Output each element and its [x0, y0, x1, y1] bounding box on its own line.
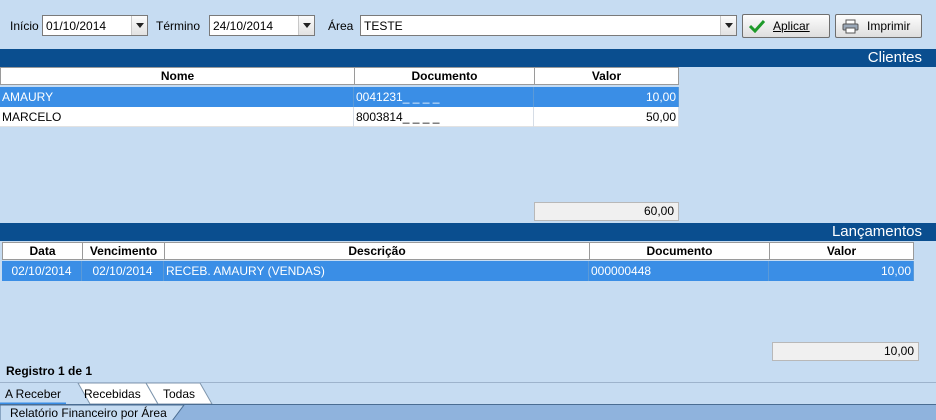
cell-vencimento: 02/10/2014 — [82, 261, 164, 281]
cell-descricao: RECEB. AMAURY (VENDAS) — [164, 261, 589, 281]
cell-documento: 000000448 — [589, 261, 769, 281]
column-header-descricao[interactable]: Descrição — [164, 242, 589, 260]
lancamentos-table-header: Data Vencimento Descrição Documento Valo… — [2, 242, 914, 260]
cell-nome: MARCELO — [0, 107, 354, 127]
column-header-documento[interactable]: Documento — [354, 67, 534, 85]
inicio-label: Início — [10, 19, 39, 33]
chevron-down-icon[interactable] — [298, 16, 314, 35]
lancamentos-total: 10,00 — [772, 342, 919, 361]
imprimir-button[interactable]: Imprimir — [835, 14, 922, 38]
clientes-section-header: Clientes — [0, 49, 936, 67]
cell-valor: 10,00 — [534, 87, 679, 107]
chevron-down-icon[interactable] — [131, 16, 147, 35]
cell-nome: AMAURY — [0, 87, 354, 107]
clientes-total: 60,00 — [534, 202, 679, 221]
table-row[interactable]: 02/10/2014 02/10/2014 RECEB. AMAURY (VEN… — [2, 261, 914, 281]
tab-recebidas[interactable]: Recebidas — [79, 384, 141, 404]
lancamentos-section-header: Lançamentos — [0, 223, 936, 241]
tab-strip: A Receber Recebidas Todas — [0, 382, 936, 405]
check-icon — [749, 19, 765, 33]
column-header-vencimento[interactable]: Vencimento — [82, 242, 164, 260]
clientes-title: Clientes — [867, 49, 922, 66]
inicio-date-picker[interactable]: 01/10/2014 — [42, 15, 148, 36]
column-header-valor[interactable]: Valor — [769, 242, 914, 260]
column-header-nome[interactable]: Nome — [0, 67, 354, 85]
table-row[interactable]: AMAURY 0041231_ _ _ _ 10,00 — [0, 87, 679, 107]
printer-icon — [842, 19, 859, 33]
clientes-table-header: Nome Documento Valor — [0, 67, 679, 85]
cell-documento: 8003814_ _ _ _ — [354, 107, 534, 127]
column-header-documento[interactable]: Documento — [589, 242, 769, 260]
chevron-down-icon[interactable] — [720, 16, 736, 35]
termino-label: Término — [156, 19, 201, 33]
column-header-data[interactable]: Data — [2, 242, 82, 260]
record-counter: Registro 1 de 1 — [6, 364, 93, 378]
termino-date-picker[interactable]: 24/10/2014 — [209, 15, 315, 36]
column-header-valor[interactable]: Valor — [534, 67, 679, 85]
cell-documento: 0041231_ _ _ _ — [354, 87, 534, 107]
aplicar-button[interactable]: Aplicar — [742, 14, 830, 38]
aplicar-button-label: Aplicar — [773, 19, 810, 33]
cell-data: 02/10/2014 — [2, 261, 82, 281]
area-label: Área — [328, 19, 354, 33]
tab-todas[interactable]: Todas — [158, 384, 195, 404]
area-select[interactable]: TESTE — [360, 15, 737, 36]
inicio-date-value[interactable]: 01/10/2014 — [43, 19, 131, 33]
window-tab-relatorio[interactable]: Relatório Financeiro por Área — [10, 406, 167, 420]
table-row[interactable]: MARCELO 8003814_ _ _ _ 50,00 — [0, 107, 679, 127]
area-value[interactable]: TESTE — [361, 19, 720, 33]
window-tab-bar: Relatório Financeiro por Área — [0, 404, 936, 420]
cell-valor: 50,00 — [534, 107, 679, 127]
imprimir-button-label: Imprimir — [867, 19, 911, 33]
termino-date-value[interactable]: 24/10/2014 — [210, 19, 298, 33]
lancamentos-title: Lançamentos — [831, 223, 922, 240]
tab-a-receber[interactable]: A Receber — [0, 384, 61, 404]
cell-valor: 10,00 — [769, 261, 914, 281]
